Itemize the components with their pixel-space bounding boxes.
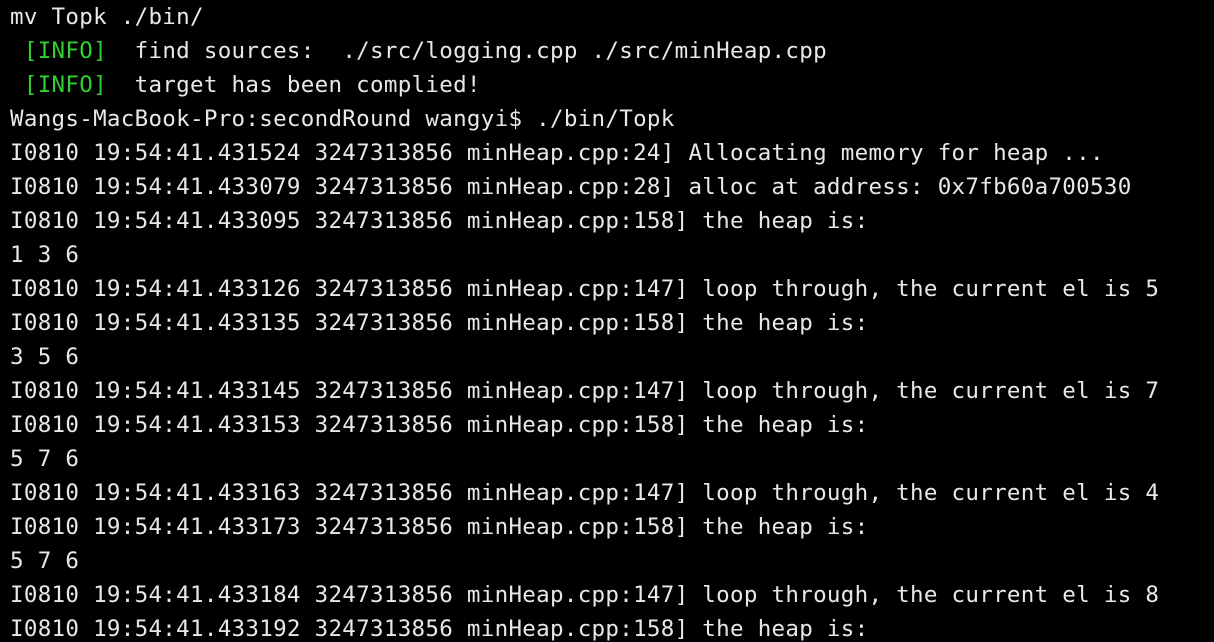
terminal-line-log: I0810 19:54:41.433079 3247313856 minHeap… [10, 174, 1132, 200]
terminal-line-log: I0810 19:54:41.433145 3247313856 minHeap… [10, 378, 1160, 404]
terminal-line-log: I0810 19:54:41.433135 3247313856 minHeap… [10, 310, 869, 336]
info-message: find sources: ./src/logging.cpp ./src/mi… [106, 38, 827, 64]
terminal-line-log: I0810 19:54:41.433184 3247313856 minHeap… [10, 582, 1160, 608]
info-tag: [INFO] [23, 72, 107, 98]
terminal-line-log: I0810 19:54:41.433173 3247313856 minHeap… [10, 514, 869, 540]
info-message: target has been complied! [106, 72, 481, 98]
terminal-line-info: [INFO] target has been complied! [10, 68, 1159, 102]
terminal-line-info: [INFO] find sources: ./src/logging.cpp .… [10, 34, 1159, 68]
terminal-output: mv Topk ./bin/ [INFO] find sources: ./sr… [10, 0, 1159, 642]
terminal-window[interactable]: mv Topk ./bin/ [INFO] find sources: ./sr… [0, 0, 1214, 642]
terminal-line-heap-values: 5 7 6 [10, 548, 80, 574]
terminal-line-log: I0810 19:54:41.433126 3247313856 minHeap… [10, 276, 1160, 302]
terminal-line-prompt: Wangs-MacBook-Pro:secondRound wangyi$ ./… [10, 106, 675, 132]
terminal-line-log: I0810 19:54:41.431524 3247313856 minHeap… [10, 140, 1104, 166]
info-tag: [INFO] [23, 38, 107, 64]
terminal-line-log: I0810 19:54:41.433192 3247313856 minHeap… [10, 616, 869, 642]
terminal-line-heap-values: 5 7 6 [10, 446, 80, 472]
terminal-line-log: I0810 19:54:41.433153 3247313856 minHeap… [10, 412, 869, 438]
terminal-line-command: mv Topk ./bin/ [10, 4, 204, 30]
terminal-line-log: I0810 19:54:41.433095 3247313856 minHeap… [10, 208, 869, 234]
terminal-line-heap-values: 3 5 6 [10, 344, 80, 370]
terminal-line-log: I0810 19:54:41.433163 3247313856 minHeap… [10, 480, 1160, 506]
terminal-line-heap-values: 1 3 6 [10, 242, 80, 268]
